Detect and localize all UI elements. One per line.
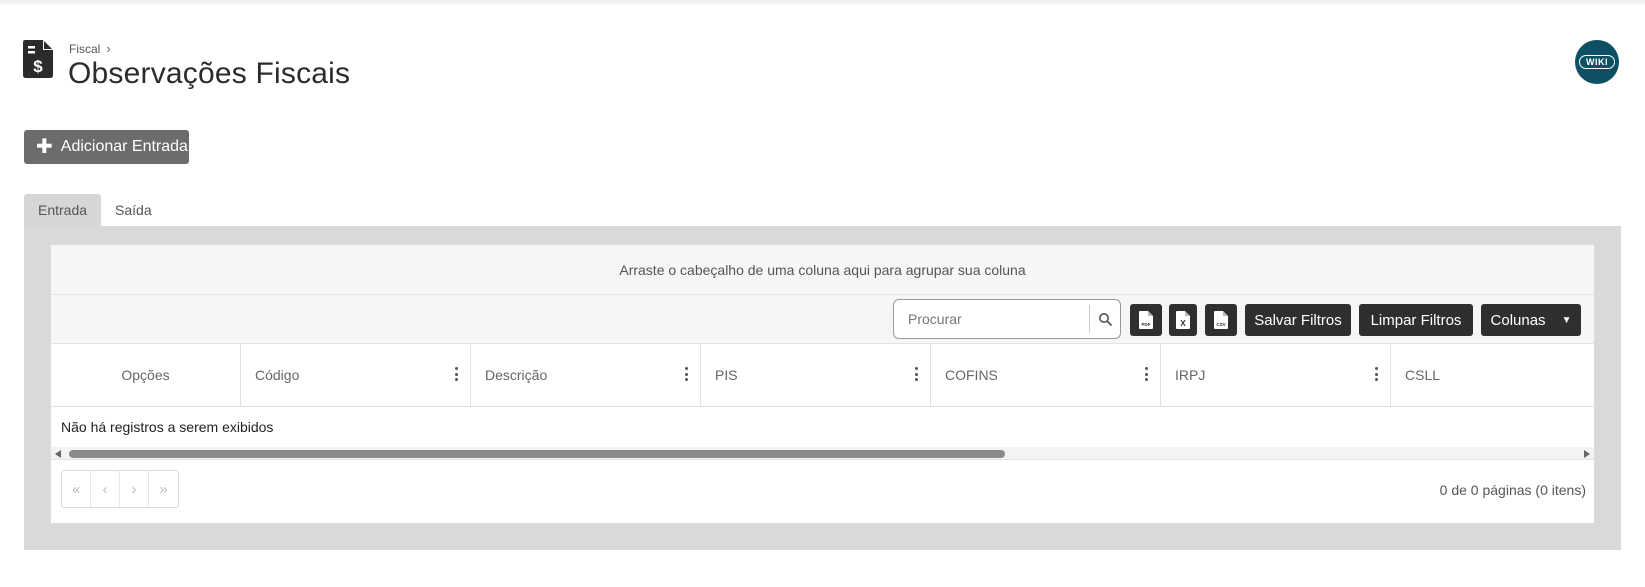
page-title: Observações Fiscais (68, 57, 351, 90)
scroll-right-icon[interactable] (1584, 450, 1590, 458)
column-header-pis[interactable]: PIS (701, 344, 931, 406)
empty-message: Não há registros a serem exibidos (61, 419, 274, 435)
columns-label: Colunas (1490, 311, 1546, 329)
column-header-descricao[interactable]: Descrição (471, 344, 701, 406)
breadcrumb: Fiscal › (69, 41, 111, 56)
fiscal-document-dollar-icon: $ (23, 40, 53, 78)
column-menu-icon[interactable] (914, 367, 918, 381)
save-filters-button[interactable]: Salvar Filtros (1245, 304, 1351, 336)
export-csv-button[interactable]: CSV (1205, 304, 1237, 336)
column-header-csll[interactable]: CSLL (1391, 344, 1594, 406)
grid-toolbar: PDF X CSV Salvar Filtros Limpar Filtros … (51, 295, 1594, 344)
svg-text:PDF: PDF (1142, 322, 1151, 327)
plus-icon: ✚ (36, 136, 53, 158)
wiki-label: WIKI (1579, 55, 1615, 69)
horizontal-scrollbar[interactable] (51, 447, 1594, 460)
export-excel-button[interactable]: X (1169, 304, 1197, 336)
breadcrumb-separator: › (106, 41, 111, 56)
scroll-left-icon[interactable] (55, 450, 61, 458)
column-header-label: Descrição (485, 367, 548, 383)
tab-bar: Entrada Saída (24, 194, 166, 226)
pager-last-button[interactable]: » (149, 471, 178, 507)
add-entry-label: Adicionar Entrada (60, 138, 188, 155)
export-pdf-button[interactable]: PDF (1130, 304, 1162, 336)
column-menu-icon[interactable] (1144, 367, 1148, 381)
column-header-cofins[interactable]: COFINS (931, 344, 1161, 406)
excel-export-icon: X (1176, 311, 1190, 329)
pager-first-button[interactable]: « (62, 471, 91, 507)
column-menu-icon[interactable] (684, 367, 688, 381)
column-header-label: Código (255, 367, 300, 383)
tab-saida[interactable]: Saída (101, 194, 166, 226)
wiki-button[interactable]: WIKI (1575, 40, 1619, 84)
column-menu-icon[interactable] (1374, 367, 1378, 381)
data-grid: Arraste o cabeçalho de uma coluna aqui p… (50, 244, 1595, 524)
column-header-label: CSLL (1405, 367, 1441, 383)
pager-buttons: « ‹ › » (61, 470, 179, 508)
svg-text:X: X (1180, 319, 1186, 328)
pager-info: 0 de 0 páginas (0 itens) (1439, 482, 1586, 498)
column-header-label: Opções (121, 367, 170, 383)
tab-panel: Arraste o cabeçalho de uma coluna aqui p… (24, 226, 1621, 550)
column-header-irpj[interactable]: IRPJ (1161, 344, 1391, 406)
breadcrumb-fiscal[interactable]: Fiscal (69, 42, 100, 56)
column-header-label: COFINS (945, 367, 998, 383)
column-menu-icon[interactable] (454, 367, 458, 381)
clear-filters-button[interactable]: Limpar Filtros (1359, 304, 1473, 336)
tab-entrada[interactable]: Entrada (24, 194, 102, 226)
column-header-codigo[interactable]: Código (241, 344, 471, 406)
csv-export-icon: CSV (1214, 311, 1228, 329)
search-box (893, 299, 1121, 339)
topbar-shadow (0, 0, 1645, 6)
add-entry-button[interactable]: ✚ Adicionar Entrada (24, 130, 189, 164)
pager-prev-button[interactable]: ‹ (91, 471, 120, 507)
pager: « ‹ › » 0 de 0 páginas (0 itens) (51, 460, 1594, 518)
column-header-opcoes[interactable]: Opções (51, 344, 241, 406)
pdf-export-icon: PDF (1139, 311, 1153, 329)
columns-dropdown-button[interactable]: Colunas ▼ (1481, 304, 1581, 336)
group-panel-hint: Arraste o cabeçalho de uma coluna aqui p… (619, 261, 1026, 278)
column-header-label: IRPJ (1175, 367, 1206, 383)
search-input[interactable] (894, 300, 1089, 338)
svg-text:$: $ (33, 57, 43, 76)
grid-header-row: Opções Código Descrição PIS COFINS IRPJ (51, 344, 1594, 407)
search-icon[interactable] (1090, 312, 1120, 326)
caret-down-icon: ▼ (1561, 314, 1572, 326)
group-panel[interactable]: Arraste o cabeçalho de uma coluna aqui p… (51, 245, 1594, 295)
scrollbar-thumb[interactable] (69, 450, 1005, 458)
svg-text:CSV: CSV (1216, 322, 1225, 327)
pager-next-button[interactable]: › (120, 471, 149, 507)
column-header-label: PIS (715, 367, 738, 383)
